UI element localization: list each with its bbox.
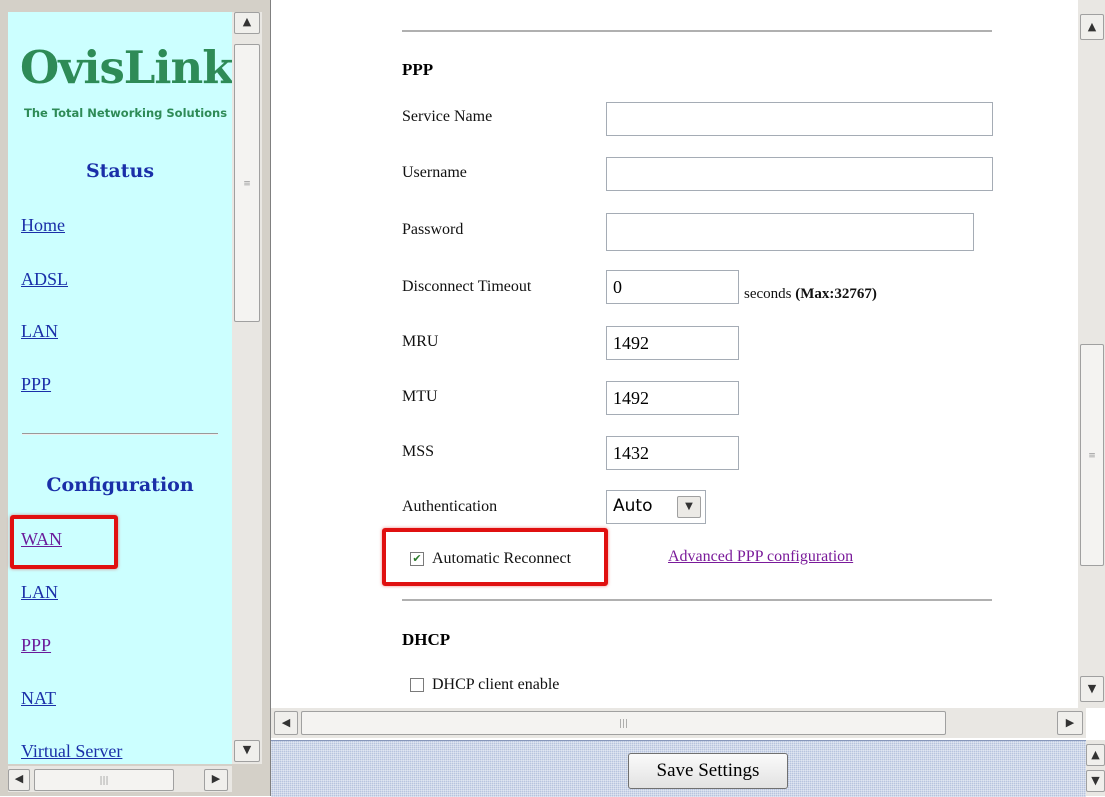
mtu-input[interactable]: 1492: [606, 381, 739, 415]
nav-status-adsl[interactable]: ADSL: [21, 269, 68, 290]
nav-status-ppp[interactable]: PPP: [21, 374, 51, 395]
save-settings-button[interactable]: Save Settings: [628, 753, 788, 789]
logo-tagline: The Total Networking Solutions: [24, 106, 228, 120]
nav-config-lan[interactable]: LAN: [21, 582, 58, 603]
username-input[interactable]: [606, 157, 993, 191]
scroll-up-icon[interactable]: ▲: [1080, 14, 1104, 40]
mid-divider: [402, 599, 992, 601]
scroll-left-icon[interactable]: ◀: [274, 711, 298, 735]
sidebar-divider: [22, 433, 218, 435]
max-value-hint: (Max:32767): [795, 286, 877, 302]
main-horizontal-thumb[interactable]: |||: [301, 711, 946, 735]
mss-label: MSS: [402, 443, 435, 460]
sidebar-horizontal-scrollbar[interactable]: ◀ ||| ▶: [8, 766, 232, 792]
nav-config-virtual-server[interactable]: Virtual Server: [21, 741, 122, 762]
mss-input[interactable]: 1432: [606, 436, 739, 470]
password-label: Password: [402, 221, 464, 238]
main-vertical-scrollbar[interactable]: ▲ ≡ ▼: [1078, 0, 1105, 708]
scroll-up-icon[interactable]: ▲: [1086, 744, 1105, 766]
main-vertical-thumb[interactable]: ≡: [1080, 344, 1104, 566]
disconnect-timeout-label: Disconnect Timeout: [402, 278, 532, 295]
password-input[interactable]: [606, 213, 974, 251]
dhcp-client-enable-label: DHCP client enable: [432, 676, 560, 693]
seconds-hint: seconds (Max:32767): [744, 286, 877, 303]
nav-status-home[interactable]: Home: [21, 215, 65, 236]
ppp-heading: PPP: [402, 60, 434, 79]
horizontal-scrollbar-thumb[interactable]: |||: [34, 769, 174, 791]
mtu-label: MTU: [402, 388, 438, 405]
scroll-down-icon[interactable]: ▼: [1080, 676, 1104, 702]
scroll-left-icon[interactable]: ◀: [8, 769, 30, 791]
status-section-title: Status: [85, 160, 155, 182]
auto-reconnect-highlight-box: [382, 528, 608, 586]
authentication-selected-value: Auto: [613, 496, 653, 516]
disconnect-timeout-input[interactable]: 0: [606, 270, 739, 304]
advanced-ppp-configuration-link[interactable]: Advanced PPP configuration: [668, 548, 853, 566]
service-name-label: Service Name: [402, 108, 493, 125]
scrollbar-thumb[interactable]: ≡: [234, 44, 260, 322]
username-label: Username: [402, 164, 467, 181]
bottom-action-bar: Save Settings: [271, 740, 1086, 797]
top-divider: [402, 30, 992, 32]
scroll-down-icon[interactable]: ▼: [234, 740, 260, 762]
left-navigation-frame: OvisLink The Total Networking Solutions …: [0, 0, 271, 796]
authentication-select[interactable]: Auto ▼: [606, 490, 706, 524]
scroll-down-icon[interactable]: ▼: [1086, 770, 1105, 792]
service-name-input[interactable]: [606, 102, 993, 136]
seconds-text: seconds: [744, 286, 792, 302]
mru-label: MRU: [402, 333, 439, 350]
scroll-up-icon[interactable]: ▲: [234, 12, 260, 34]
main-horizontal-scrollbar[interactable]: ◀ ||| ▶: [271, 708, 1086, 738]
mru-input[interactable]: 1492: [606, 326, 739, 360]
scroll-right-icon[interactable]: ▶: [1057, 711, 1083, 735]
sidebar: OvisLink The Total Networking Solutions …: [8, 12, 232, 764]
ovislink-logo: OvisLink: [20, 41, 232, 94]
main-content-frame: PPP Service Name Username Password Disco…: [271, 0, 1105, 740]
nav-config-nat[interactable]: NAT: [21, 688, 56, 709]
nav-status-lan[interactable]: LAN: [21, 321, 58, 342]
configuration-section-title: Configuration: [46, 474, 194, 496]
chevron-down-icon[interactable]: ▼: [677, 496, 701, 518]
authentication-label: Authentication: [402, 498, 498, 515]
bottom-frame-scrollbar[interactable]: ▲ ▼: [1086, 740, 1105, 796]
dhcp-heading: DHCP: [402, 630, 451, 649]
wan-highlight-box: [10, 515, 118, 569]
nav-config-ppp[interactable]: PPP: [21, 635, 51, 656]
sidebar-vertical-scrollbar[interactable]: ▲ ≡ ▼: [232, 12, 262, 764]
dhcp-client-enable-checkbox[interactable]: [410, 678, 424, 692]
scroll-right-icon[interactable]: ▶: [204, 769, 228, 791]
